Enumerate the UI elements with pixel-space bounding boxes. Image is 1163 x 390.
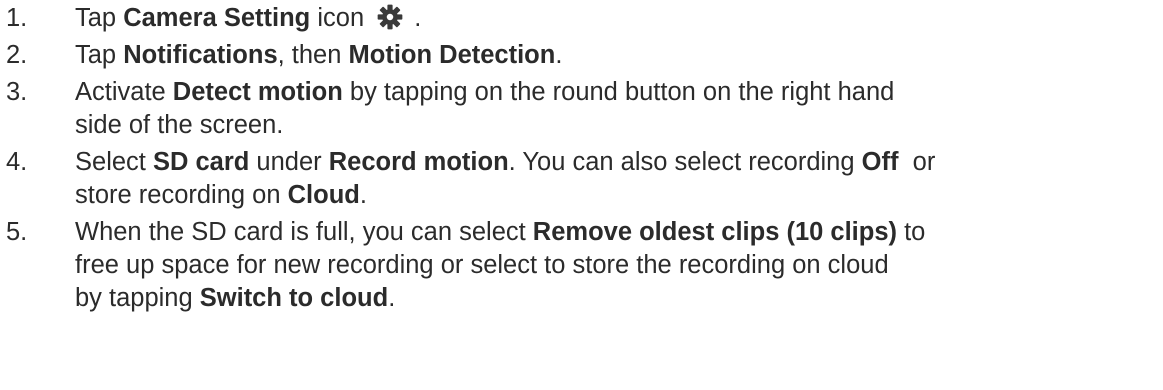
emphasis-term: Camera Setting bbox=[123, 4, 311, 32]
emphasis-term: Motion Detection bbox=[348, 41, 556, 69]
text-run: . bbox=[359, 181, 367, 209]
step-text: Activate Detect motion by tapping on the… bbox=[75, 76, 1163, 142]
text-run: . bbox=[555, 41, 563, 69]
text-run: by tapping on the round button on the ri… bbox=[342, 78, 895, 106]
step-number: 1. bbox=[6, 4, 28, 32]
step-number: 3. bbox=[6, 78, 28, 106]
emphasis-term: Record motion bbox=[328, 148, 509, 176]
text-run: Tap bbox=[75, 41, 124, 69]
step-line: When the SD card is full, you can select… bbox=[75, 216, 1163, 249]
text-run: to bbox=[897, 218, 926, 246]
text-run: . bbox=[388, 284, 396, 312]
text-run: icon bbox=[310, 4, 372, 32]
emphasis-term: Off bbox=[861, 148, 899, 176]
text-run: Activate bbox=[75, 78, 173, 106]
text-run: Select bbox=[75, 148, 153, 176]
step-number: 4. bbox=[6, 148, 28, 176]
gear-icon bbox=[377, 4, 403, 30]
step-number: 5. bbox=[6, 218, 28, 246]
text-run: . You can also select recording bbox=[508, 148, 862, 176]
step-line: Tap Camera Setting icon . bbox=[75, 2, 1163, 35]
text-run: by tapping bbox=[75, 284, 200, 312]
emphasis-term: SD card bbox=[152, 148, 250, 176]
text-run: store recording on bbox=[75, 181, 288, 209]
text-run: , then bbox=[277, 41, 349, 69]
step-number: 2. bbox=[6, 41, 28, 69]
step-text: Tap Camera Setting icon . bbox=[75, 2, 1163, 35]
emphasis-term: Cloud bbox=[287, 181, 360, 209]
step-text: When the SD card is full, you can select… bbox=[75, 216, 1163, 315]
step-item: 3. Activate Detect motion by tapping on t… bbox=[0, 76, 1163, 142]
text-run: or bbox=[898, 148, 936, 176]
step-item: 4. Select SD card under Record motion. Yo… bbox=[0, 146, 1163, 212]
step-line: Activate Detect motion by tapping on the… bbox=[75, 76, 1163, 109]
text-run: under bbox=[249, 148, 329, 176]
step-item: 1. Tap Camera Setting icon . bbox=[0, 2, 1163, 35]
text-run: free up space for new recording or selec… bbox=[75, 251, 889, 279]
step-item: 2. Tap Notifications, then Motion Detecti… bbox=[0, 39, 1163, 72]
step-line: side of the screen. bbox=[75, 109, 1163, 142]
emphasis-term: Detect motion bbox=[172, 78, 343, 106]
step-line: free up space for new recording or selec… bbox=[75, 249, 1163, 282]
emphasis-term: Remove oldest clips (10 clips) bbox=[532, 218, 898, 246]
step-line: store recording on Cloud. bbox=[75, 179, 1163, 212]
text-run: . bbox=[407, 4, 422, 32]
step-line: by tapping Switch to cloud. bbox=[75, 282, 1163, 315]
instruction-list: 1. Tap Camera Setting icon . 2. Tap Notific… bbox=[0, 2, 1163, 319]
step-line: Tap Notifications, then Motion Detection… bbox=[75, 39, 1163, 72]
text-run: When the SD card is full, you can select bbox=[75, 218, 533, 246]
text-run: side of the screen. bbox=[75, 111, 284, 139]
step-item: 5. When the SD card is full, you can sele… bbox=[0, 216, 1163, 315]
text-run: Tap bbox=[75, 4, 124, 32]
emphasis-term: Switch to cloud bbox=[199, 284, 389, 312]
step-text: Select SD card under Record motion. You … bbox=[75, 146, 1163, 212]
step-text: Tap Notifications, then Motion Detection… bbox=[75, 39, 1163, 72]
step-line: Select SD card under Record motion. You … bbox=[75, 146, 1163, 179]
emphasis-term: Notifications bbox=[123, 41, 278, 69]
